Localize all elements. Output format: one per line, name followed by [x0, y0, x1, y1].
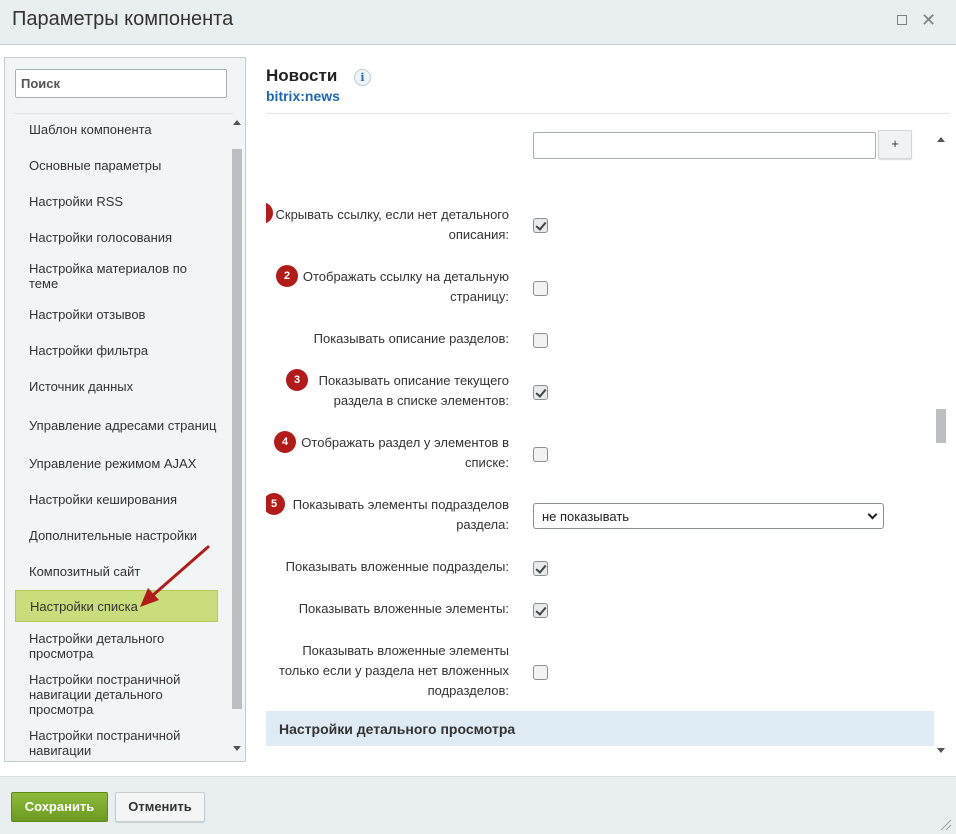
sidebar-item-label: Дополнительные настройки [29, 527, 198, 543]
sidebar-item-label: Настройки постраничной навигации [29, 728, 181, 758]
sidebar-item-label: Настройки детального просмотра [29, 631, 165, 661]
sidebar-item-label: Основные параметры [29, 157, 162, 173]
sidebar-item-ajax[interactable]: Управление режимом AJAX [15, 454, 218, 472]
sidebar-item-label: Настройки отзывов [29, 306, 146, 322]
cancel-button[interactable]: Отменить [115, 792, 205, 822]
param-label: Отображать ссылку на детальную страницу: [302, 269, 509, 304]
sidebar-item-related[interactable]: Настройка материалов по теме [15, 260, 218, 292]
component-code: bitrix:news [266, 88, 340, 104]
info-icon[interactable]: i [354, 69, 371, 86]
sidebar-item-composite[interactable]: Композитный сайт [15, 562, 218, 580]
component-title: Новости [266, 66, 338, 85]
params-scrollbar[interactable] [934, 133, 948, 761]
add-button[interactable]: + [878, 130, 912, 159]
sidebar-item-label: Настройки постраничной навигации детальн… [29, 672, 181, 717]
sidebar-scrollbar[interactable] [230, 118, 244, 758]
sidebar-item-label: Источник данных [29, 378, 134, 394]
show-section-desc-checkbox[interactable] [533, 333, 548, 348]
sidebar-item-cache[interactable]: Настройки кеширования [15, 490, 218, 508]
window-title: Параметры компонента [12, 8, 234, 30]
sidebar-item-additional[interactable]: Дополнительные настройки [15, 526, 218, 544]
sidebar-item-detail-pagination[interactable]: Настройки постраничной навигации детальн… [15, 671, 218, 718]
sidebar-item-label: Шаблон компонента [29, 121, 152, 137]
show-nested-elements-checkbox[interactable] [533, 603, 548, 618]
param-label: Показывать вложенные элементы только есл… [279, 643, 509, 698]
text-field[interactable] [533, 132, 876, 159]
sidebar-item-filter[interactable]: Настройки фильтра [15, 341, 218, 359]
section-header-detail[interactable]: Настройки детального просмотра [266, 711, 934, 746]
chevron-down-icon [867, 509, 878, 520]
sidebar-item-reviews[interactable]: Настройки отзывов [15, 305, 218, 323]
sidebar-item-label: Настройки голосования [29, 229, 173, 245]
sidebar-item-label: Управление адресами страниц [29, 417, 217, 433]
sidebar-item-label: Настройка материалов по теме [29, 261, 187, 291]
scroll-down-icon[interactable] [937, 748, 945, 753]
sidebar-item-label: Настройки кеширования [29, 491, 178, 507]
sidebar-item-data-source[interactable]: Источник данных [15, 377, 218, 395]
title-bar: Параметры компонента ✕ [0, 0, 956, 45]
nested-elements-only-checkbox[interactable] [533, 665, 548, 680]
show-nested-sections-checkbox[interactable] [533, 561, 548, 576]
sidebar: Шаблон компонента Основные параметры Нас… [4, 57, 246, 762]
sidebar-item-voting[interactable]: Настройки голосования [15, 228, 218, 246]
params-panel: + 1 Скрывать ссылку, если нет детального… [266, 129, 934, 761]
sidebar-item-label: Настройки RSS [29, 193, 124, 209]
sidebar-nav: Шаблон компонента Основные параметры Нас… [5, 114, 231, 760]
scroll-thumb[interactable] [232, 149, 242, 709]
sidebar-item-label: Настройки списка [30, 598, 138, 614]
maximize-icon[interactable] [897, 15, 907, 25]
scroll-up-icon[interactable] [937, 137, 945, 142]
sidebar-item-detail[interactable]: Настройки детального просмотра [15, 630, 218, 662]
save-button[interactable]: Сохранить [11, 792, 108, 822]
resize-grip-icon[interactable] [938, 817, 952, 831]
sidebar-item-template[interactable]: Шаблон компонента [15, 120, 218, 138]
divider [266, 113, 950, 114]
show-detail-link-checkbox[interactable] [533, 281, 548, 296]
hide-link-checkbox[interactable] [533, 218, 548, 233]
subsection-elements-select[interactable]: не показывать [533, 503, 884, 529]
dialog-content: Шаблон компонента Основные параметры Нас… [0, 45, 956, 776]
param-label: Показывать описание разделов: [313, 331, 509, 346]
sidebar-item-pagination[interactable]: Настройки постраничной навигации [15, 727, 218, 759]
param-label: Отображать раздел у элементов в списке: [301, 435, 509, 470]
param-label: Показывать описание текущего раздела в с… [318, 373, 509, 408]
dialog-footer: Сохранить Отменить [0, 776, 956, 834]
select-value: не показывать [542, 509, 630, 524]
scroll-down-icon[interactable] [233, 746, 241, 751]
sidebar-item-label: Настройки фильтра [29, 342, 149, 358]
param-label: Скрывать ссылку, если нет детального опи… [275, 207, 510, 242]
sidebar-item-urls[interactable]: Управление адресами страниц [15, 409, 218, 441]
sidebar-item-label: Управление режимом AJAX [29, 455, 197, 471]
sidebar-item-label: Композитный сайт [29, 563, 141, 579]
param-label: Показывать вложенные элементы: [298, 601, 509, 616]
scroll-thumb[interactable] [936, 409, 946, 443]
close-icon[interactable]: ✕ [921, 9, 936, 31]
sidebar-item-main-params[interactable]: Основные параметры [15, 156, 218, 174]
sidebar-item-list-settings[interactable]: Настройки списка [15, 590, 218, 622]
show-current-section-desc-checkbox[interactable] [533, 385, 548, 400]
search-input[interactable] [15, 69, 227, 98]
sidebar-item-rss[interactable]: Настройки RSS [15, 192, 218, 210]
param-label: Показывать элементы подразделов раздела: [292, 497, 509, 532]
show-element-section-checkbox[interactable] [533, 447, 548, 462]
param-label: Показывать вложенные подразделы: [285, 559, 509, 574]
scroll-up-icon[interactable] [233, 120, 241, 125]
